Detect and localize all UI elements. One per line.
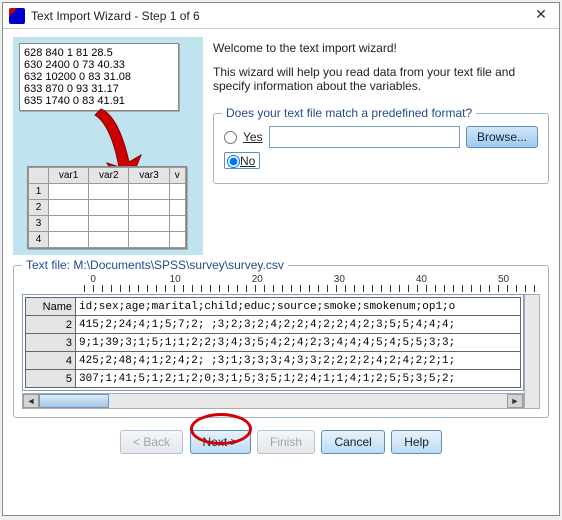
window-title: Text Import Wizard - Step 1 of 6 <box>31 9 529 23</box>
sample-grid: var1var2var3v 1 2 3 4 <box>27 166 187 249</box>
title-bar: Text Import Wizard - Step 1 of 6 ✕ <box>3 3 559 29</box>
preview-legend: Text file: M:\Documents\SPSS\survey\surv… <box>22 258 288 272</box>
sample-text-box: 628 840 1 81 28.5 630 2400 0 73 40.33 63… <box>19 43 179 111</box>
wizard-window: Text Import Wizard - Step 1 of 6 ✕ 628 8… <box>2 2 560 516</box>
radio-yes[interactable] <box>224 131 237 144</box>
scroll-right-icon[interactable]: ► <box>507 394 523 408</box>
welcome-body: This wizard will help you read data from… <box>213 65 549 93</box>
format-legend: Does your text file match a predefined f… <box>222 106 476 120</box>
help-button[interactable]: Help <box>391 430 442 454</box>
scroll-thumb[interactable] <box>39 394 109 408</box>
radio-no[interactable] <box>227 155 240 168</box>
finish-button: Finish <box>257 430 315 454</box>
radio-yes-label: Yes <box>243 130 263 144</box>
preview-table: Nameid;sex;age;marital;child;educ;source… <box>22 294 524 391</box>
scroll-left-icon[interactable]: ◄ <box>23 394 39 408</box>
welcome-title: Welcome to the text import wizard! <box>213 41 549 55</box>
horizontal-scrollbar[interactable]: ◄ ► <box>22 393 524 409</box>
text-file-preview-group: Text file: M:\Documents\SPSS\survey\surv… <box>13 265 549 418</box>
close-icon[interactable]: ✕ <box>529 6 553 26</box>
predefined-format-group: Does your text file match a predefined f… <box>213 113 549 184</box>
next-button[interactable]: Next > <box>190 430 251 454</box>
illustration-panel: 628 840 1 81 28.5 630 2400 0 73 40.33 63… <box>13 37 203 255</box>
back-button: < Back <box>120 430 183 454</box>
browse-button[interactable]: Browse... <box>466 126 538 148</box>
format-path-input[interactable] <box>269 126 460 148</box>
ruler: 0 10 20 30 40 50 <box>84 274 540 292</box>
radio-no-label: No <box>240 154 255 168</box>
app-icon <box>9 8 25 24</box>
cancel-button[interactable]: Cancel <box>321 430 384 454</box>
vertical-scrollbar[interactable] <box>524 294 540 409</box>
